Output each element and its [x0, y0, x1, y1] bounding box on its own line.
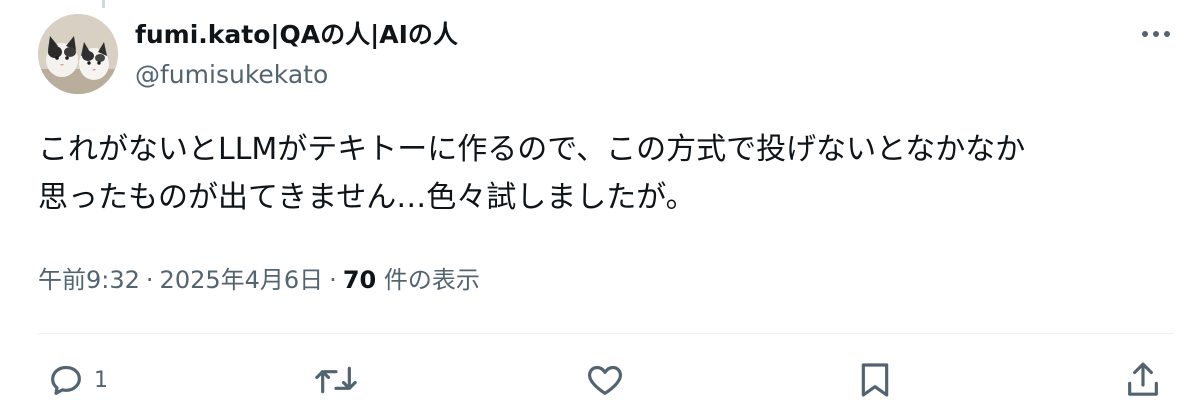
tweet-text-line: これがないとLLMがテキトーに作るので、この方式で投げないとなかなか [38, 132, 1026, 167]
thread-line [102, 0, 105, 8]
bookmark-icon [861, 363, 889, 397]
author-info: fumi.kato|QAの人|AIの人 @fumisukekato [135, 18, 458, 92]
bookmark-button[interactable] [858, 358, 892, 402]
reply-icon [51, 365, 81, 395]
share-icon [1128, 362, 1158, 396]
action-bar: 1 [0, 358, 1200, 408]
share-button[interactable] [1124, 358, 1162, 402]
retweet-icon [315, 366, 357, 394]
avatar[interactable] [38, 14, 118, 94]
views-count[interactable]: 70 [343, 266, 376, 294]
retweet-button[interactable] [314, 358, 358, 402]
tweet-date[interactable]: 2025年4月6日 [160, 266, 324, 294]
more-icon [1142, 31, 1170, 37]
like-icon [588, 365, 622, 395]
divider [38, 333, 1174, 334]
meta-separator: · [329, 266, 337, 294]
meta-separator: · [145, 266, 154, 294]
views-label[interactable]: 件の表示 [384, 266, 480, 294]
reply-button[interactable]: 1 [46, 358, 108, 402]
author-display-name[interactable]: fumi.kato|QAの人|AIの人 [135, 18, 458, 52]
author-handle[interactable]: @fumisukekato [135, 58, 458, 92]
tweet-time[interactable]: 午前9:32 [38, 266, 140, 294]
reply-count: 1 [94, 367, 108, 393]
tweet-text: これがないとLLMがテキトーに作るので、この方式で投げないとなかなか 思ったもの… [38, 126, 1168, 222]
like-button[interactable] [584, 358, 626, 402]
tweet-text-line: 思ったものが出てきません…色々試しましたが。 [38, 180, 696, 215]
more-button[interactable] [1136, 18, 1176, 50]
avatar-image [38, 14, 118, 94]
tweet-meta: 午前9:32 · 2025年4月6日 · 70 件の表示 [38, 262, 480, 298]
